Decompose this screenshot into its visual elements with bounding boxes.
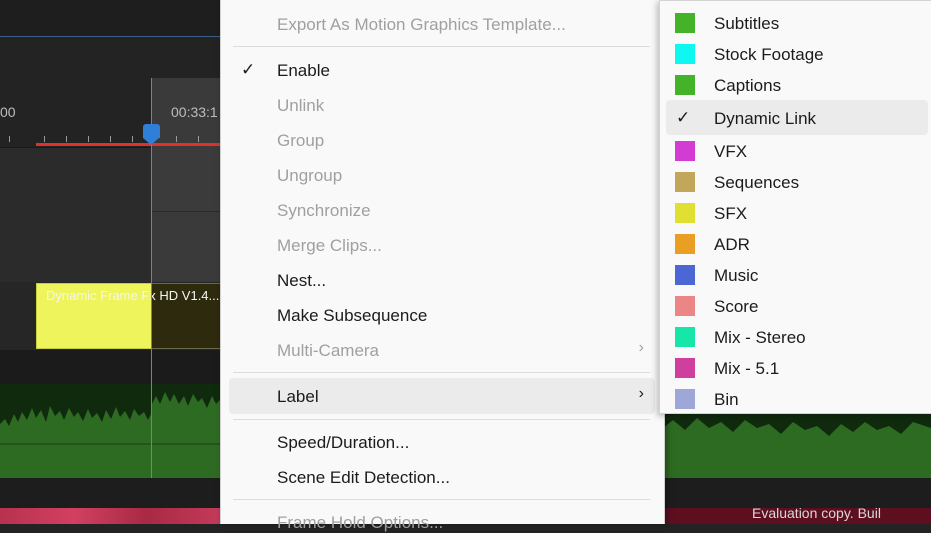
label-color-swatch (675, 234, 695, 254)
label-item-mix-stereo[interactable]: Mix - Stereo (714, 328, 806, 348)
label-color-swatch (675, 75, 695, 95)
label-item-captions[interactable]: Captions (714, 76, 781, 96)
label-item-music[interactable]: Music (714, 266, 758, 286)
enable-check-icon: ✓ (241, 60, 256, 79)
menu-item-nest[interactable]: Nest... (277, 271, 326, 291)
menu-item-merge-clips[interactable]: Merge Clips... (277, 236, 382, 256)
label-item-subtitles[interactable]: Subtitles (714, 14, 779, 34)
label-color-swatch (675, 327, 695, 347)
label-color-swatch (675, 44, 695, 64)
menu-item-group[interactable]: Group (277, 131, 324, 151)
ruler-tick (176, 136, 177, 142)
program-thumbnail (0, 508, 220, 524)
ruler-tick (198, 136, 199, 142)
playhead-tip (143, 138, 159, 145)
audio-waveform (0, 392, 220, 478)
menu-item-ungroup[interactable]: Ungroup (277, 166, 342, 186)
track-shade (151, 147, 220, 211)
label-color-swatch (675, 13, 695, 33)
label-item-adr[interactable]: ADR (714, 235, 750, 255)
menu-separator (233, 372, 650, 373)
ruler-tick (9, 136, 10, 142)
label-color-swatch (675, 141, 695, 161)
clip-label: Dynamic Frame Fx HD V1.4... (46, 288, 220, 303)
menu-separator (233, 499, 650, 500)
chevron-right-icon: › (638, 339, 644, 356)
menu-item-export-motion-graphics-template[interactable]: Export As Motion Graphics Template... (277, 15, 566, 35)
ruler-tick (88, 136, 89, 142)
clip-context-menu: Export As Motion Graphics Template... ✓ … (220, 0, 665, 532)
menu-item-unlink[interactable]: Unlink (277, 96, 324, 116)
label-item-bin[interactable]: Bin (714, 390, 739, 410)
watermark-text: Evaluation copy. Buil (752, 505, 881, 521)
menu-separator (233, 419, 650, 420)
ruler-tick (110, 136, 111, 142)
label-submenu: Subtitles Stock Footage Captions ✓ Dynamic L… (659, 0, 931, 414)
audio-track-a1-right (663, 408, 931, 478)
label-item-sfx[interactable]: SFX (714, 204, 747, 224)
label-color-swatch (675, 265, 695, 285)
menu-item-make-subsequence[interactable]: Make Subsequence (277, 306, 427, 326)
menu-separator (233, 46, 650, 47)
ruler-tick (44, 136, 45, 142)
ruler-timecode-right: 00:33:1 (171, 104, 218, 120)
ruler-timecode-left: 00 (0, 104, 16, 120)
label-item-score[interactable]: Score (714, 297, 758, 317)
ruler-tick (66, 136, 67, 142)
label-item-vfx[interactable]: VFX (714, 142, 747, 162)
label-item-stock-footage[interactable]: Stock Footage (714, 45, 824, 65)
label-color-swatch (675, 358, 695, 378)
label-item-mix-5-1[interactable]: Mix - 5.1 (714, 359, 779, 379)
timeline-header-band (0, 0, 220, 37)
playhead-handle[interactable] (143, 124, 160, 138)
menu-item-label[interactable]: Label (277, 387, 319, 407)
menu-item-scene-edit-detection[interactable]: Scene Edit Detection... (277, 468, 450, 488)
label-color-swatch (675, 296, 695, 316)
menu-item-enable[interactable]: Enable (277, 61, 330, 81)
dynamic-link-check-icon: ✓ (676, 108, 691, 127)
menu-item-multi-camera[interactable]: Multi-Camera (277, 341, 379, 361)
label-item-sequences[interactable]: Sequences (714, 173, 799, 193)
menu-item-speed-duration[interactable]: Speed/Duration... (277, 433, 409, 453)
menu-item-frame-hold-options[interactable]: Frame Hold Options... (277, 513, 443, 533)
chevron-right-icon: › (638, 385, 644, 402)
render-bar (36, 143, 220, 146)
menu-item-synchronize[interactable]: Synchronize (277, 201, 371, 221)
track-shade (151, 212, 220, 282)
ruler-tick (132, 136, 133, 142)
label-color-swatch (675, 389, 695, 409)
track-divider (0, 350, 220, 384)
label-item-dynamic-link[interactable]: Dynamic Link (714, 109, 816, 129)
audio-waveform (663, 418, 931, 478)
label-color-swatch (675, 203, 695, 223)
label-color-swatch (675, 172, 695, 192)
